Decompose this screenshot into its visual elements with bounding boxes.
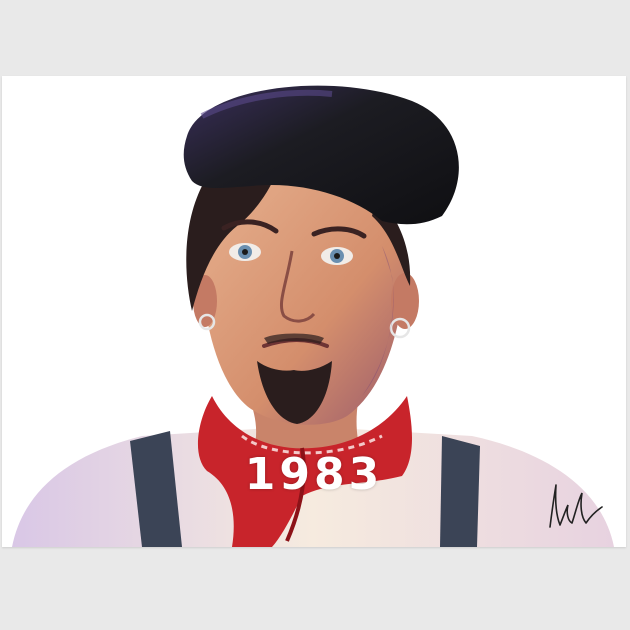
year-caption: 1983 xyxy=(244,449,384,500)
signature-icon xyxy=(549,484,603,528)
poster-frame: 1983 xyxy=(2,76,626,547)
